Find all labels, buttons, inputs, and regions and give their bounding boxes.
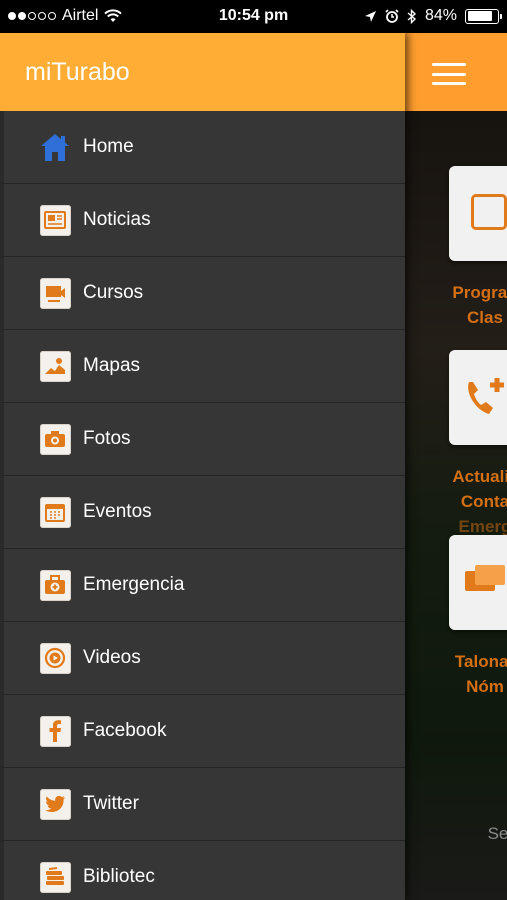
menu-item-videos[interactable]: Videos <box>0 622 405 695</box>
bluetooth-icon <box>407 8 416 24</box>
battery-icon <box>465 8 502 24</box>
home-icon <box>39 131 71 163</box>
menu-item-label: Bibliotec <box>83 866 155 887</box>
money-icon <box>465 565 505 591</box>
partial-label: Se <box>487 824 507 843</box>
menu-item-facebook[interactable]: Facebook <box>0 695 405 768</box>
menu-item-mapas[interactable]: Mapas <box>0 330 405 403</box>
status-icons: 84% <box>364 7 502 25</box>
twitter-icon <box>39 788 71 820</box>
menu-item-label: Videos <box>83 647 141 668</box>
menu-item-fotos[interactable]: Fotos <box>0 403 405 476</box>
courses-icon <box>39 277 71 309</box>
battery-percent: 84% <box>424 7 457 24</box>
menu-item-label: Emergencia <box>83 574 185 595</box>
app-title: miTurabo <box>25 57 130 86</box>
menu-item-label: Facebook <box>83 720 167 741</box>
menu-item-label: Home <box>83 136 134 157</box>
payroll-tile[interactable] <box>449 535 507 630</box>
calendar-icon <box>39 496 71 528</box>
menu-item-label: Eventos <box>83 501 152 522</box>
menu-item-label: Cursos <box>83 282 144 303</box>
first-aid-icon <box>39 569 71 601</box>
news-icon <box>39 204 71 236</box>
class-schedule-tile[interactable] <box>449 166 507 261</box>
menu-item-cursos[interactable]: Cursos <box>0 257 405 330</box>
facebook-icon <box>39 715 71 747</box>
class-schedule-label: Progran Clas <box>452 283 507 327</box>
menu-item-noticias[interactable]: Noticias <box>0 184 405 257</box>
emergency-contact-label: Actualiz Conta Emerg <box>452 467 507 536</box>
status-bar: Airtel 10:54 pm 84% <box>0 0 507 33</box>
navigation-drawer: miTurabo Home Noticias Cursos Mapas Foto… <box>0 33 405 900</box>
menu-item-label: Fotos <box>83 428 131 449</box>
calendar-icon <box>471 194 507 230</box>
hamburger-menu-icon[interactable] <box>432 63 466 85</box>
library-icon <box>39 861 71 893</box>
menu-item-label: Twitter <box>83 793 139 814</box>
map-icon <box>39 350 71 382</box>
play-icon <box>39 642 71 674</box>
payroll-label: Talonar Nóm <box>454 652 507 696</box>
alarm-icon <box>385 9 399 23</box>
menu-item-label: Mapas <box>83 355 141 376</box>
phone-plus-icon <box>468 378 504 414</box>
menu-item-eventos[interactable]: Eventos <box>0 476 405 549</box>
camera-icon <box>39 423 71 455</box>
menu-item-biblioteca[interactable]: Bibliotec <box>0 841 405 900</box>
drawer-header: miTurabo <box>0 33 405 111</box>
menu-item-home[interactable]: Home <box>0 111 405 184</box>
menu-item-label: Noticias <box>83 209 151 230</box>
menu-list: Home Noticias Cursos Mapas Fotos Eventos… <box>0 111 405 900</box>
menu-item-emergencia[interactable]: Emergencia <box>0 549 405 622</box>
location-icon <box>364 10 376 22</box>
emergency-contact-tile[interactable] <box>449 350 507 445</box>
menu-item-twitter[interactable]: Twitter <box>0 768 405 841</box>
